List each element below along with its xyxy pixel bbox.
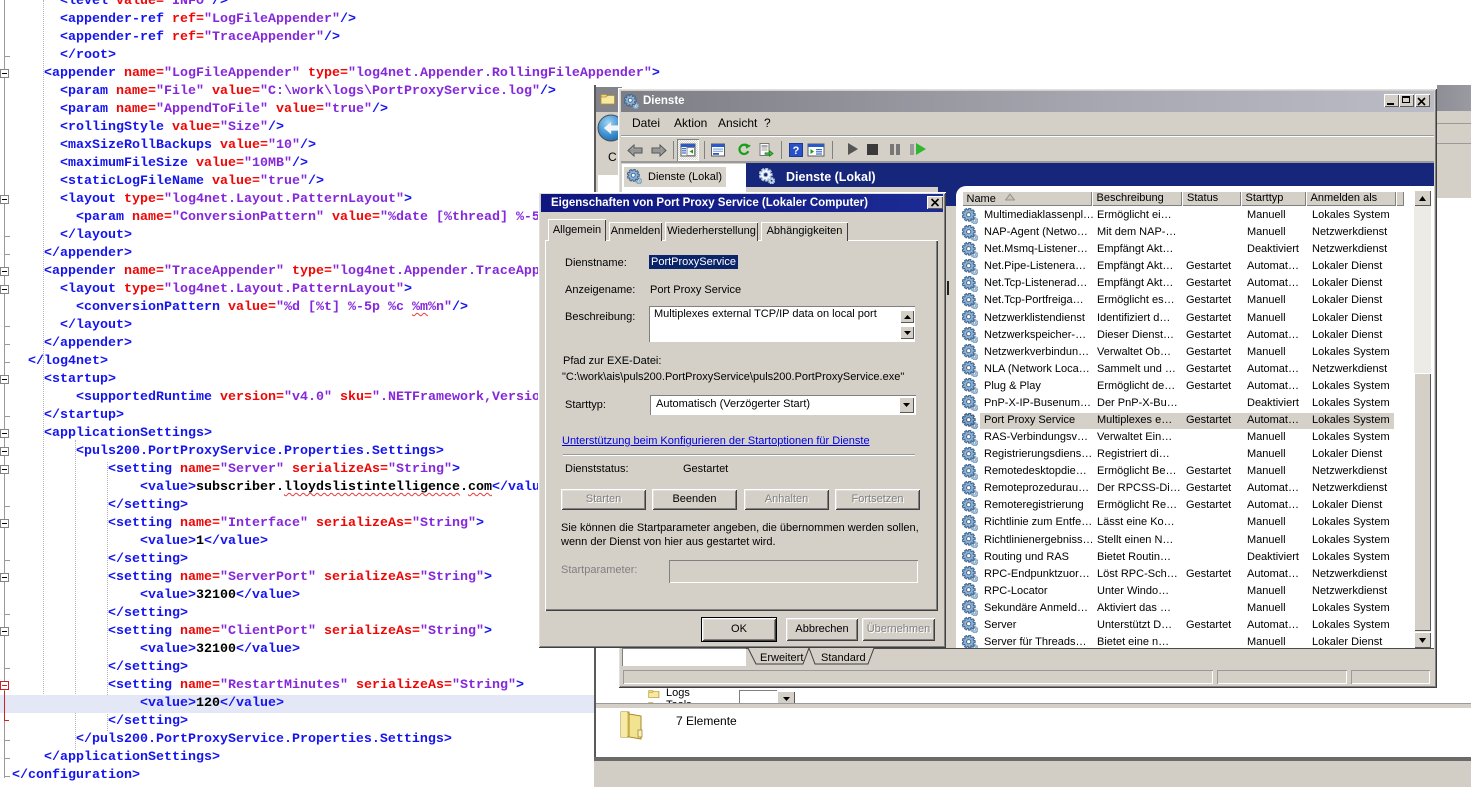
svg-text:?: ?: [793, 145, 800, 157]
svg-text:Erweitert: Erweitert: [760, 652, 803, 664]
svg-text:Standard: Standard: [821, 652, 866, 664]
